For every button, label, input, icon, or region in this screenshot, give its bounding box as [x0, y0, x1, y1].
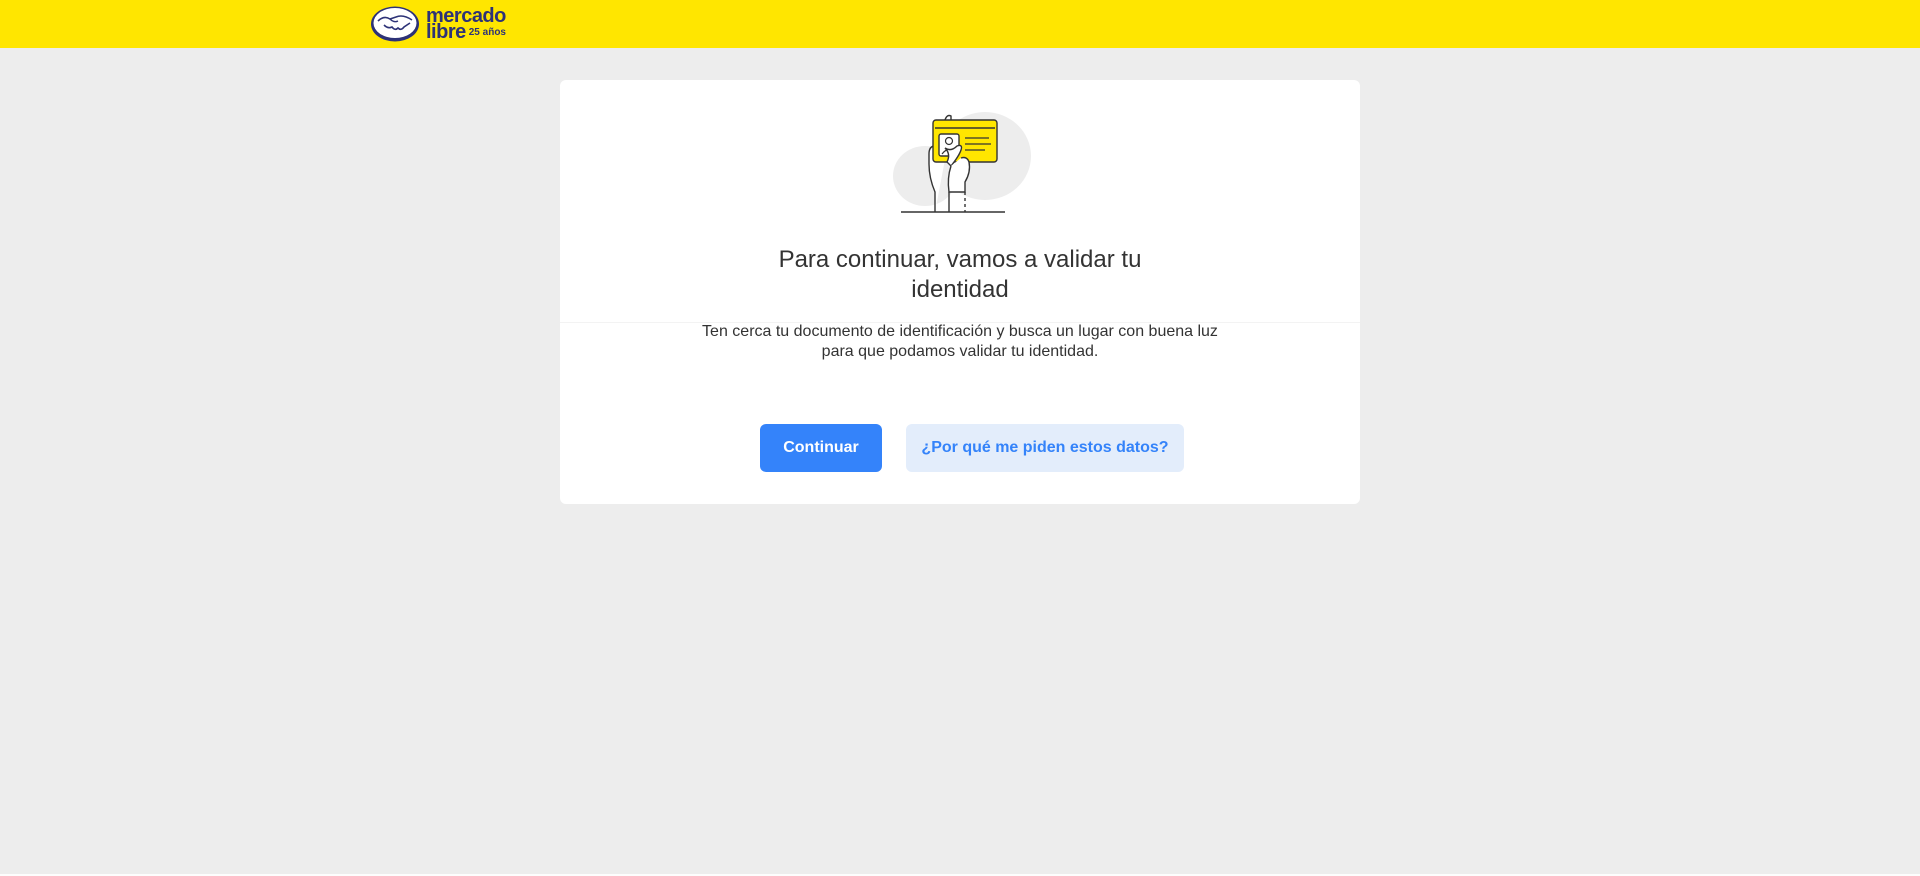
- continue-button[interactable]: Continuar: [760, 424, 882, 472]
- identity-validation-card: Para continuar, vamos a validar tu ident…: [560, 80, 1360, 504]
- why-data-requested-button[interactable]: ¿Por qué me piden estos datos?: [906, 424, 1184, 472]
- logo-anniversary-badge: 25 años: [468, 27, 506, 38]
- logo-word-libre: libre: [426, 21, 466, 43]
- top-header: mercado libre 25 años: [0, 0, 1920, 48]
- handshake-icon: [371, 6, 419, 42]
- hand-holding-id-card-illustration: [893, 112, 1031, 213]
- logo-wordmark: mercado libre 25 años: [426, 6, 506, 43]
- mercadolibre-logo[interactable]: mercado libre 25 años: [370, 5, 506, 43]
- page-title: Para continuar, vamos a validar tu ident…: [778, 246, 1142, 303]
- page-description: Ten cerca tu documento de identificación…: [702, 323, 1218, 360]
